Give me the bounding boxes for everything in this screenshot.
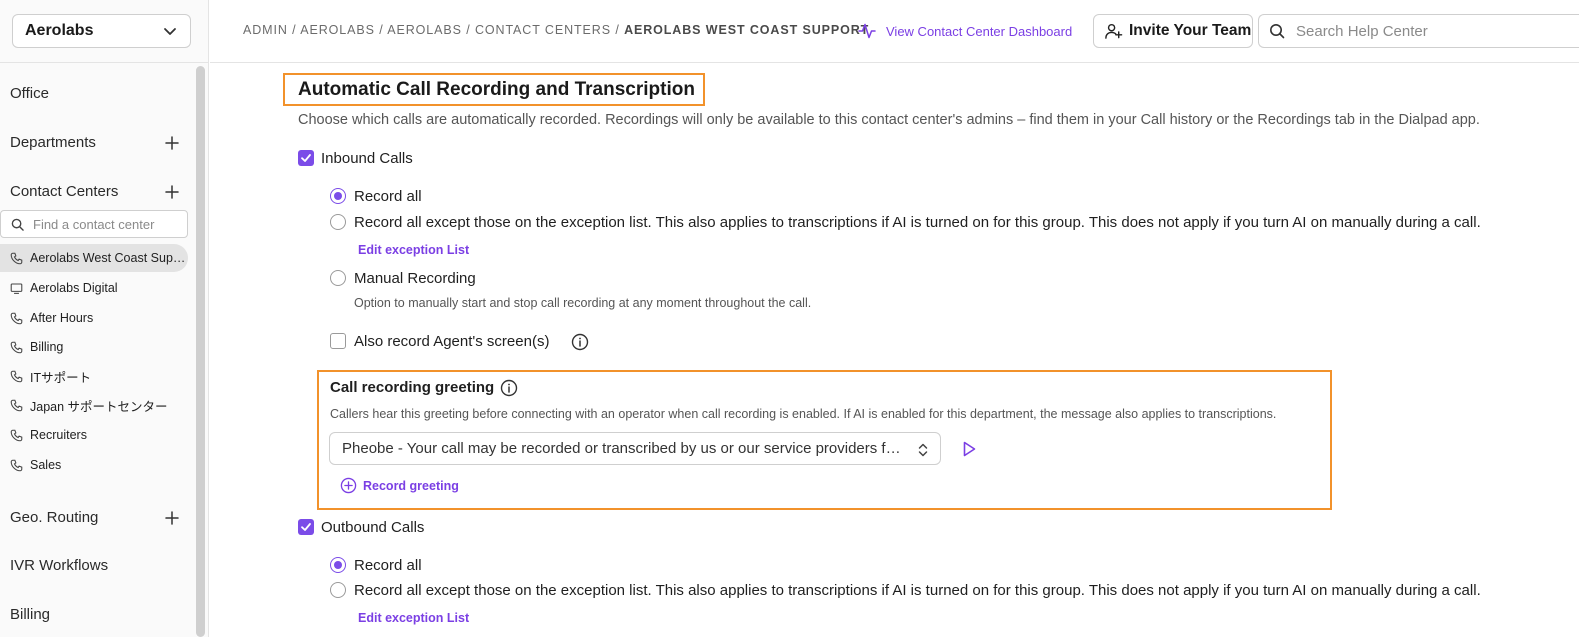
sidebar-item-sales[interactable]: Sales: [0, 451, 188, 479]
outbound-record-except-label: Record all except those on the exception…: [354, 582, 1481, 599]
sidebar-divider: [0, 62, 209, 63]
greeting-description: Callers hear this greeting before connec…: [330, 407, 1277, 421]
sidebar-item-label: After Hours: [30, 311, 94, 325]
nav-billing[interactable]: Billing: [10, 606, 50, 623]
contact-center-search-placeholder: Find a contact center: [33, 216, 155, 232]
sidebar: Aerolabs Office Departments Contact Cent…: [0, 0, 209, 637]
check-icon: [301, 523, 311, 531]
greeting-select[interactable]: Pheobe - Your call may be recorded or tr…: [329, 432, 941, 465]
greeting-title: Call recording greeting: [330, 379, 495, 396]
activity-icon: [858, 23, 876, 39]
breadcrumb-item[interactable]: CONTACT CENTERS: [475, 23, 611, 37]
view-dashboard-link[interactable]: View Contact Center Dashboard: [858, 22, 1072, 40]
manual-recording-label: Manual Recording: [354, 270, 476, 287]
breadcrumb-current: AEROLABS WEST COAST SUPPORT: [624, 23, 870, 37]
breadcrumb-separator: /: [615, 23, 625, 37]
nav-office[interactable]: Office: [10, 85, 49, 102]
outbound-record-all-radio[interactable]: [330, 557, 346, 573]
inbound-record-except-label: Record all except those on the exception…: [354, 214, 1481, 231]
play-icon[interactable]: [960, 440, 978, 458]
outbound-record-all-label: Record all: [354, 557, 422, 574]
breadcrumb-item[interactable]: AEROLABS: [387, 23, 462, 37]
section-description: Choose which calls are automatically rec…: [298, 112, 1480, 128]
add-department-plus-icon[interactable]: [163, 134, 181, 152]
sidebar-item-aerolabs-digital[interactable]: Aerolabs Digital: [0, 274, 188, 302]
phone-icon: [10, 312, 23, 324]
select-arrows-icon: [918, 443, 928, 457]
record-greeting-label: Record greeting: [363, 478, 459, 493]
contact-center-search-input[interactable]: Find a contact center: [0, 210, 188, 238]
sidebar-item-after-hours[interactable]: After Hours: [0, 304, 188, 332]
phone-icon: [10, 252, 23, 264]
info-icon[interactable]: [500, 379, 518, 397]
sidebar-item-it-support[interactable]: ITサポート: [0, 362, 188, 390]
manual-recording-radio[interactable]: [330, 270, 346, 286]
org-name: Aerolabs: [25, 22, 94, 39]
inbound-record-all-label: Record all: [354, 188, 422, 205]
sidebar-scrollbar[interactable]: [196, 66, 205, 637]
info-icon[interactable]: [571, 333, 589, 351]
sidebar-item-aerolabs-west-coast-support[interactable]: Aerolabs West Coast Support: [0, 244, 188, 272]
phone-icon: [10, 341, 23, 353]
record-greeting-button[interactable]: Record greeting: [340, 477, 459, 494]
sidebar-item-japan-support-center[interactable]: Japan サポートセンター: [0, 391, 188, 419]
nav-departments[interactable]: Departments: [10, 134, 96, 151]
chevron-down-icon: [164, 28, 176, 35]
outbound-calls-label: Outbound Calls: [321, 519, 425, 536]
invite-team-label: Invite Your Team: [1129, 22, 1252, 39]
nav-geo-routing[interactable]: Geo. Routing: [10, 509, 98, 526]
search-icon: [1270, 24, 1285, 39]
invite-team-button[interactable]: Invite Your Team: [1093, 14, 1253, 48]
view-dashboard-label: View Contact Center Dashboard: [886, 23, 1073, 39]
phone-icon: [10, 399, 23, 411]
inbound-record-all-radio[interactable]: [330, 188, 346, 204]
inbound-record-except-radio[interactable]: [330, 214, 346, 230]
help-center-search-input[interactable]: Search Help Center: [1258, 14, 1579, 48]
nav-contact-centers[interactable]: Contact Centers: [10, 183, 118, 200]
breadcrumb-item[interactable]: AEROLABS: [300, 23, 375, 37]
add-geo-routing-plus-icon[interactable]: [163, 509, 181, 527]
page-title: Automatic Call Recording and Transcripti…: [298, 79, 695, 100]
sidebar-item-label: ITサポート: [30, 370, 92, 385]
sidebar-item-label: Recruiters: [30, 428, 87, 442]
greeting-selected-value: Pheobe - Your call may be recorded or tr…: [342, 440, 902, 457]
nav-ivr-workflows[interactable]: IVR Workflows: [10, 557, 108, 574]
breadcrumb-separator: /: [466, 23, 475, 37]
phone-icon: [10, 459, 23, 471]
org-select[interactable]: Aerolabs: [12, 14, 191, 48]
manual-recording-description: Option to manually start and stop call r…: [354, 296, 812, 310]
inbound-calls-checkbox[interactable]: [298, 150, 314, 166]
outbound-calls-checkbox[interactable]: [298, 519, 314, 535]
sidebar-item-label: Aerolabs Digital: [30, 281, 118, 295]
search-icon: [11, 218, 24, 231]
add-user-icon: [1105, 23, 1123, 39]
breadcrumb-item[interactable]: ADMIN: [243, 23, 288, 37]
sidebar-item-recruiters[interactable]: Recruiters: [0, 421, 188, 449]
phone-icon: [10, 370, 23, 382]
inbound-edit-exception-link[interactable]: Edit exception List: [358, 243, 469, 257]
outbound-edit-exception-link[interactable]: Edit exception List: [358, 611, 469, 625]
add-contact-center-plus-icon[interactable]: [163, 183, 181, 201]
plus-circle-icon: [340, 477, 357, 494]
sidebar-item-label: Japan サポートセンター: [30, 399, 168, 414]
breadcrumb: ADMIN / AEROLABS / AEROLABS / CONTACT CE…: [243, 23, 869, 37]
agent-screen-checkbox[interactable]: [330, 333, 346, 349]
sidebar-item-label: Billing: [30, 340, 64, 354]
check-icon: [301, 154, 311, 162]
agent-screen-label: Also record Agent's screen(s): [354, 333, 550, 350]
help-search-placeholder: Search Help Center: [1296, 22, 1428, 40]
top-header: ADMIN / AEROLABS / AEROLABS / CONTACT CE…: [210, 0, 1579, 63]
sidebar-item-label: Sales: [30, 458, 62, 472]
monitor-icon: [10, 283, 23, 294]
phone-icon: [10, 429, 23, 441]
outbound-record-except-radio[interactable]: [330, 582, 346, 598]
breadcrumb-separator: /: [292, 23, 301, 37]
inbound-calls-label: Inbound Calls: [321, 150, 413, 167]
sidebar-item-label: Aerolabs West Coast Support: [30, 251, 188, 265]
sidebar-item-billing[interactable]: Billing: [0, 333, 188, 361]
